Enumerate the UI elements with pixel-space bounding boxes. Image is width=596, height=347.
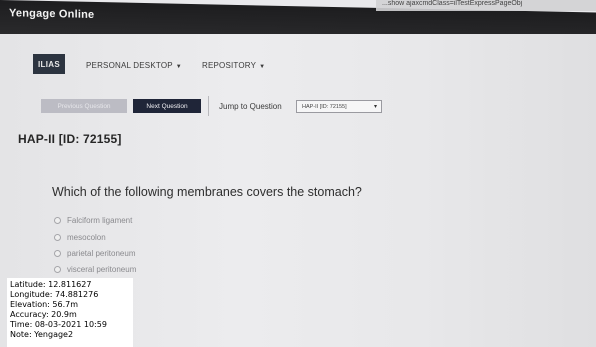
- answer-option[interactable]: mesocolon: [54, 233, 106, 242]
- nav-repository[interactable]: REPOSITORY ▼: [202, 61, 265, 70]
- app-title: Yengage Online: [9, 7, 95, 21]
- gps-time: Time: 08-03-2021 10:59: [10, 320, 107, 329]
- toolbar-divider: [208, 96, 209, 116]
- photo-frame: Yengage Online ...show ajaxcmdClass=ilTe…: [0, 0, 596, 347]
- ilias-logo[interactable]: ILIAS: [33, 54, 65, 74]
- gps-overlay: Latitude: 12.811627 Longitude: 74.881276…: [7, 278, 133, 347]
- gps-latitude: Latitude: 12.811627: [10, 280, 92, 289]
- next-question-button[interactable]: Next Question: [133, 99, 201, 113]
- question-text: Which of the following membranes covers …: [52, 185, 362, 199]
- previous-question-button[interactable]: Previous Question: [41, 99, 127, 113]
- nav-repository-label: REPOSITORY: [202, 61, 257, 70]
- address-bar[interactable]: ...show ajaxcmdClass=ilTestExpressPageOb…: [376, 0, 596, 11]
- gps-longitude: Longitude: 74.881276: [10, 290, 99, 299]
- jump-to-question-label: Jump to Question: [219, 102, 282, 111]
- answer-option[interactable]: parietal peritoneum: [54, 249, 135, 258]
- question-title: HAP-II [ID: 72155]: [18, 132, 122, 146]
- answer-option-label: parietal peritoneum: [67, 249, 136, 258]
- chevron-down-icon: ▼: [259, 64, 266, 70]
- chevron-down-icon: ▾: [373, 104, 377, 110]
- jump-to-question-select[interactable]: HAP-II [ID: 72155] ▾: [296, 100, 382, 113]
- answer-option-label: visceral peritoneum: [67, 265, 137, 274]
- radio-button[interactable]: [54, 234, 61, 241]
- chevron-down-icon: ▼: [175, 64, 182, 70]
- gps-accuracy: Accuracy: 20.9m: [10, 310, 77, 319]
- answer-option[interactable]: Falciform ligament: [54, 216, 132, 225]
- jump-select-value: HAP-II [ID: 72155]: [302, 103, 347, 110]
- gps-elevation: Elevation: 56.7m: [10, 300, 79, 309]
- nav-personal-desktop[interactable]: PERSONAL DESKTOP ▼: [86, 61, 182, 70]
- answer-option[interactable]: visceral peritoneum: [54, 265, 136, 274]
- radio-button[interactable]: [54, 266, 61, 273]
- gps-note: Note: Yengage2: [10, 330, 74, 339]
- radio-button[interactable]: [54, 217, 61, 224]
- answer-option-label: Falciform ligament: [67, 216, 133, 225]
- nav-personal-desktop-label: PERSONAL DESKTOP: [86, 61, 173, 70]
- radio-button[interactable]: [54, 250, 61, 257]
- answer-option-label: mesocolon: [67, 233, 106, 242]
